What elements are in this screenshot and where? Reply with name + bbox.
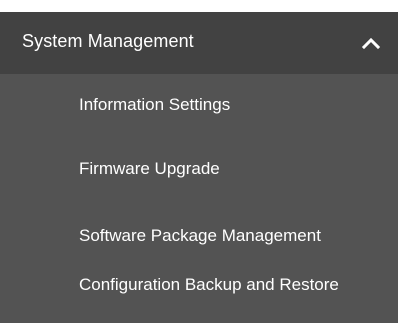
menu-item-software-package-management[interactable]: Software Package Management [0, 198, 398, 254]
system-management-header[interactable]: System Management [0, 12, 398, 74]
section-title: System Management [22, 31, 194, 51]
menu-item-information-settings[interactable]: Information Settings [0, 74, 398, 136]
sidebar-menu: System Management Information Settings F… [0, 12, 398, 323]
menu-item-configuration-backup-restore[interactable]: Configuration Backup and Restore [0, 254, 398, 323]
menu-item-firmware-upgrade[interactable]: Firmware Upgrade [0, 136, 398, 198]
menu-item-label: Configuration Backup and Restore [79, 275, 339, 294]
chevron-up-icon[interactable] [360, 34, 382, 52]
menu-item-label: Firmware Upgrade [79, 159, 220, 178]
menu-item-label: Software Package Management [79, 226, 321, 245]
menu-item-label: Information Settings [79, 95, 231, 114]
